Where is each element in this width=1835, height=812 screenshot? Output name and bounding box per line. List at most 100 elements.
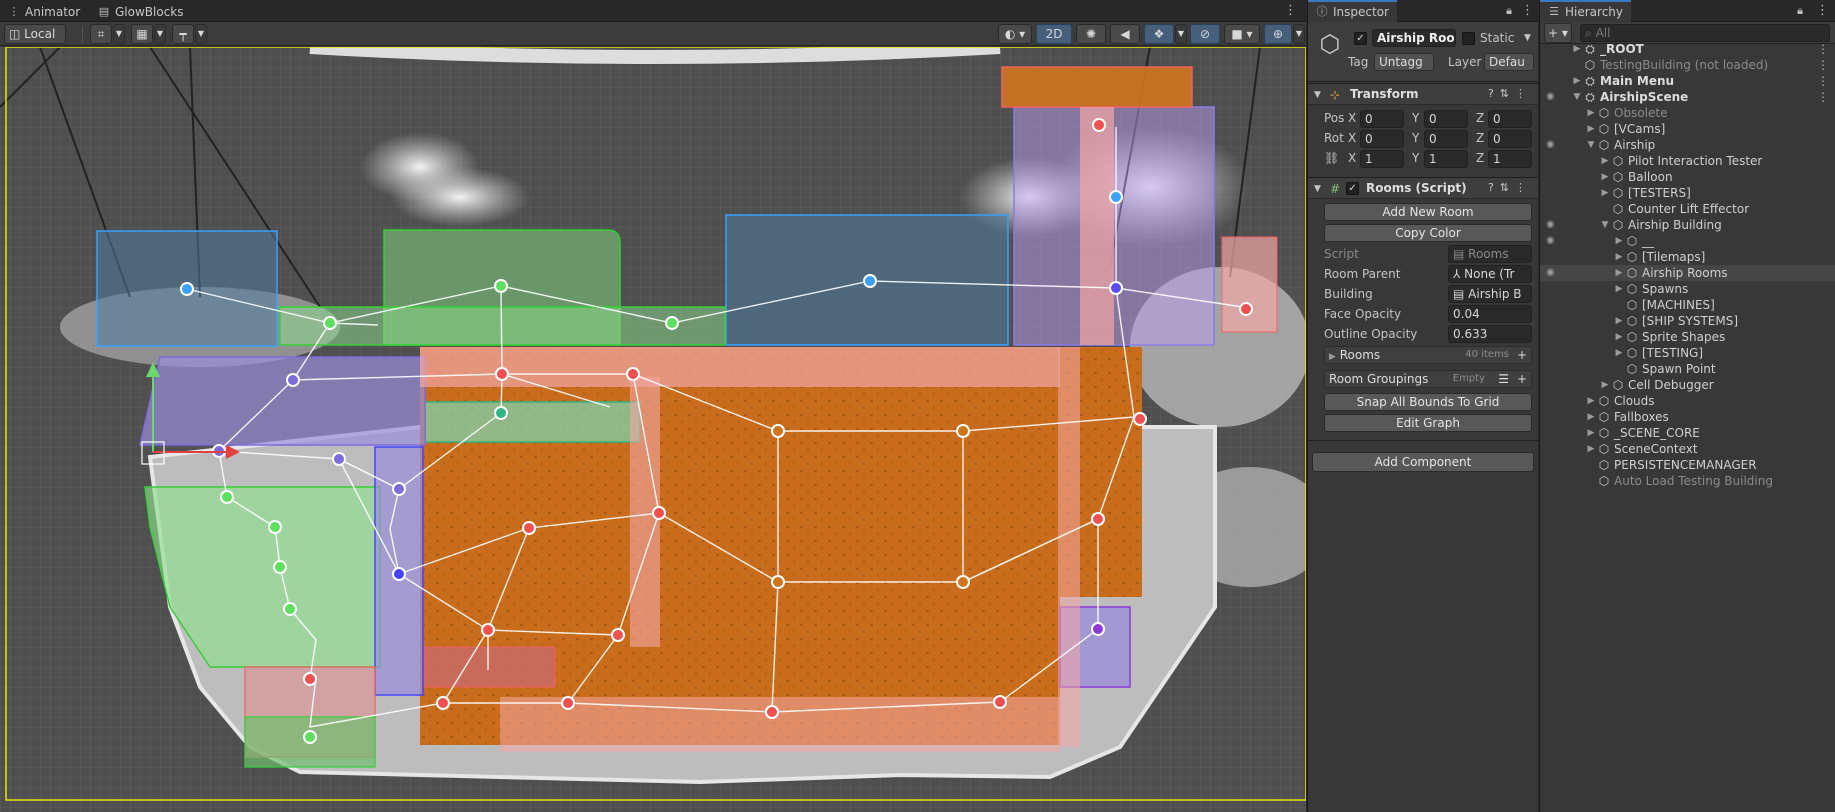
scene-view-panel[interactable]: ⋮ Animator ▤ GlowBlocks ⋮ ◫ Local ▼ ⌗ ▼ … (0, 0, 1306, 812)
graph-node[interactable] (993, 695, 1007, 709)
collapsed-arrow-icon[interactable]: ▶ (1586, 409, 1596, 425)
rooms-script-header[interactable]: ▼ # ✓ Rooms (Script) ?⇅⋮ (1308, 177, 1538, 199)
collapsed-arrow-icon[interactable]: ▶ (1586, 441, 1596, 457)
scale-x-field[interactable]: 1 (1360, 150, 1404, 168)
increment-snap-dropdown[interactable]: ▼ (195, 24, 207, 44)
expanded-arrow-icon[interactable]: ▼ (1586, 137, 1596, 153)
grid-visibility-button[interactable]: ▦ (131, 24, 153, 44)
list-icon[interactable]: ☰ (1498, 371, 1509, 387)
hierarchy-item[interactable]: ◉ ▼ ⬡ Airship Building (1540, 217, 1835, 233)
audio-toggle[interactable]: ◀ (1110, 24, 1140, 44)
graph-node[interactable] (180, 282, 194, 296)
scene-menu-icon[interactable]: ⋮ (1817, 57, 1829, 73)
room-parent-field[interactable]: ⅄ None (Tr (1448, 265, 1532, 283)
snap-bounds-button[interactable]: Snap All Bounds To Grid (1324, 393, 1532, 411)
effects-toggle[interactable]: ❖ (1144, 24, 1174, 44)
hierarchy-menu-icon[interactable]: ⋮ (1816, 3, 1829, 19)
hierarchy-item[interactable]: ⬡ TestingBuilding (not loaded) ⋮ (1540, 57, 1835, 73)
collapsed-arrow-icon[interactable]: ▶ (1572, 73, 1582, 89)
graph-node[interactable] (283, 602, 297, 616)
hierarchy-item[interactable]: ▶ ⬡ [TESTERS] (1540, 185, 1835, 201)
increment-snap-button[interactable]: ┯ (172, 24, 194, 44)
collapsed-arrow-icon[interactable]: ▶ (1586, 105, 1596, 121)
hierarchy-item[interactable]: ◉ ▼ ⛭ AirshipScene ⋮ (1540, 89, 1835, 105)
rooms-list-foldout[interactable]: ▶ Rooms 40 items + (1324, 346, 1532, 364)
hierarchy-item[interactable]: ▶ ⬡ [TESTING] (1540, 345, 1835, 361)
graph-node[interactable] (268, 520, 282, 534)
graph-node[interactable] (522, 521, 536, 535)
scale-link-icon[interactable]: ⛓ (1324, 150, 1339, 166)
graph-node[interactable] (1092, 118, 1106, 132)
hierarchy-item[interactable]: ◉ ▶ ⬡ __ (1540, 233, 1835, 249)
graph-node[interactable] (392, 482, 406, 496)
inspector-menu-icon[interactable]: ⋮ (1521, 3, 1534, 19)
lock-icon[interactable]: 🔒︎ (1794, 3, 1806, 19)
graph-node[interactable] (956, 575, 970, 589)
scene-canvas[interactable] (0, 47, 1306, 812)
hierarchy-item[interactable]: ⬡ [MACHINES] (1540, 297, 1835, 313)
graph-node[interactable] (495, 367, 509, 381)
graph-node[interactable] (1091, 512, 1105, 526)
rooms-enabled-checkbox[interactable]: ✓ (1346, 182, 1359, 195)
pos-y-field[interactable]: 0 (1424, 110, 1468, 128)
expanded-arrow-icon[interactable]: ▼ (1600, 217, 1610, 233)
rot-z-field[interactable]: 0 (1488, 130, 1532, 148)
graph-node[interactable] (286, 373, 300, 387)
static-checkbox[interactable] (1462, 32, 1475, 45)
copy-color-button[interactable]: Copy Color (1324, 224, 1532, 242)
hierarchy-item[interactable]: ▶ ⬡ Balloon (1540, 169, 1835, 185)
graph-node[interactable] (1091, 622, 1105, 636)
expand-arrow-icon[interactable]: ▼ (1314, 87, 1321, 103)
add-room-icon[interactable]: + (1517, 347, 1527, 363)
pivot-mode-dropdown[interactable]: ◫ Local ▼ (4, 24, 66, 59)
hierarchy-item[interactable]: ▶ ⬡ _SCENE_CORE (1540, 425, 1835, 441)
hierarchy-item[interactable]: ▶ ⬡ Fallboxes (1540, 409, 1835, 425)
scale-z-field[interactable]: 1 (1488, 150, 1532, 168)
collapsed-arrow-icon[interactable]: ▶ (1614, 345, 1624, 361)
expanded-arrow-icon[interactable]: ▼ (1572, 89, 1582, 105)
object-name-field[interactable]: Airship Room (1372, 29, 1456, 47)
grid-snap-dropdown[interactable]: ▼ (113, 24, 125, 44)
graph-node[interactable] (273, 560, 287, 574)
scene-menu-icon[interactable]: ⋮ (1817, 73, 1829, 89)
scene-viewport[interactable] (0, 47, 1306, 812)
hierarchy-item[interactable]: ▶ ⬡ Sprite Shapes (1540, 329, 1835, 345)
graph-node[interactable] (323, 316, 337, 330)
hierarchy-search-input[interactable]: ⌕ All (1580, 24, 1830, 42)
hierarchy-item[interactable]: ▶ ⬡ SceneContext (1540, 441, 1835, 457)
create-dropdown[interactable]: + ▾ (1544, 23, 1572, 43)
collapsed-arrow-icon[interactable]: ▶ (1614, 281, 1624, 297)
collapsed-arrow-icon[interactable]: ▶ (1614, 313, 1624, 329)
visibility-eye-icon[interactable]: ◉ (1546, 265, 1558, 281)
room-groupings-foldout[interactable]: Room Groupings Empty ☰ + (1324, 370, 1532, 388)
tab-animator[interactable]: ⋮ Animator (0, 2, 88, 22)
graph-node[interactable] (765, 705, 779, 719)
pos-x-field[interactable]: 0 (1360, 110, 1404, 128)
toggle-2d-button[interactable]: 2D (1036, 24, 1072, 44)
gameobject-cube-icon[interactable]: ⬡ (1316, 30, 1344, 58)
graph-node[interactable] (303, 672, 317, 686)
graph-node[interactable] (863, 274, 877, 288)
hierarchy-item[interactable]: ▶ ⛭ _ROOT ⋮ (1540, 41, 1835, 57)
collapsed-arrow-icon[interactable]: ▶ (1586, 393, 1596, 409)
grid-visibility-dropdown[interactable]: ▼ (154, 24, 166, 44)
graph-node[interactable] (652, 506, 666, 520)
graph-node[interactable] (220, 490, 234, 504)
graph-node[interactable] (1109, 190, 1123, 204)
graph-node[interactable] (332, 452, 346, 466)
expand-arrow-icon[interactable]: ▼ (1314, 181, 1321, 197)
hierarchy-item[interactable]: ▶ ⬡ Clouds (1540, 393, 1835, 409)
collapsed-arrow-icon[interactable]: ▶ (1614, 329, 1624, 345)
rot-x-field[interactable]: 0 (1360, 130, 1404, 148)
graph-node[interactable] (626, 367, 640, 381)
effects-dropdown[interactable]: ▼ (1175, 24, 1187, 44)
transform-header[interactable]: ▼ ⊹ Transform ?⇅⋮ (1308, 83, 1538, 105)
collapsed-arrow-icon[interactable]: ▶ (1586, 425, 1596, 441)
hierarchy-item[interactable]: ▶ ⬡ Cell Debugger (1540, 377, 1835, 393)
grid-snap-button[interactable]: ⌗ (90, 24, 112, 44)
hierarchy-item[interactable]: ▶ ⬡ [SHIP SYSTEMS] (1540, 313, 1835, 329)
layer-dropdown[interactable]: Defau (1484, 53, 1534, 71)
visibility-eye-icon[interactable]: ◉ (1546, 217, 1558, 233)
rot-y-field[interactable]: 0 (1424, 130, 1468, 148)
add-new-room-button[interactable]: Add New Room (1324, 203, 1532, 221)
